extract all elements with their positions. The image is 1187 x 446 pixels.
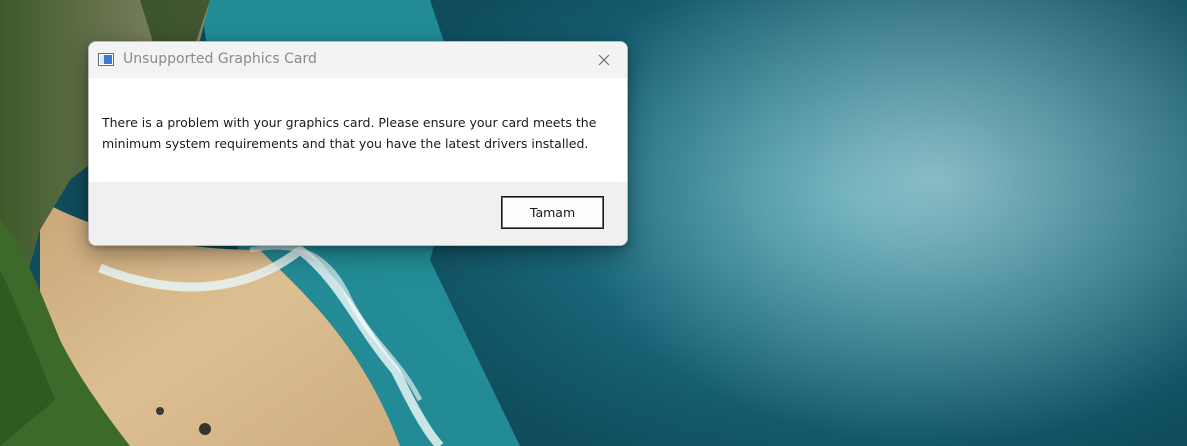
close-icon bbox=[598, 54, 610, 66]
dialog-content: There is a problem with your graphics ca… bbox=[89, 78, 627, 182]
dialog-titlebar[interactable]: Unsupported Graphics Card bbox=[89, 42, 627, 78]
dialog-footer: Tamam bbox=[89, 182, 627, 245]
dialog-title: Unsupported Graphics Card bbox=[123, 51, 317, 67]
unsupported-graphics-dialog: Unsupported Graphics Card There is a pro… bbox=[88, 41, 628, 246]
dialog-message: There is a problem with your graphics ca… bbox=[102, 115, 597, 151]
close-button[interactable] bbox=[581, 42, 627, 78]
window-app-icon bbox=[98, 53, 114, 66]
ok-button[interactable]: Tamam bbox=[502, 197, 603, 228]
